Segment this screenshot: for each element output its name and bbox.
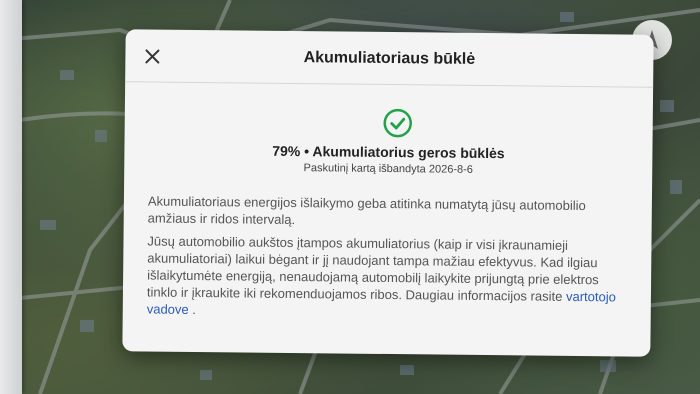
info-paragraph-2-text: Jūsų automobilio aukštos įtampos akumuli… xyxy=(146,233,599,304)
paragraph-end: . xyxy=(188,301,197,317)
battery-health-dialog: Akumuliatoriaus būklė 79% • Akumuliatori… xyxy=(122,29,654,357)
last-tested-date: Paskutinį kartą išbandyta 2026-8-6 xyxy=(303,162,473,176)
header-divider xyxy=(125,81,654,88)
info-paragraph-2: Jūsų automobilio aukštos įtampos akumuli… xyxy=(147,232,626,322)
check-circle-icon xyxy=(383,108,412,138)
side-panel-edge xyxy=(0,0,22,394)
info-paragraph-1: Akumuliatoriaus energijos išlaikymo geba… xyxy=(147,193,586,228)
battery-status: 79% • Akumuliatorius geros būklės xyxy=(272,142,505,162)
dialog-title: Akumuliatoriaus būklė xyxy=(303,49,476,68)
